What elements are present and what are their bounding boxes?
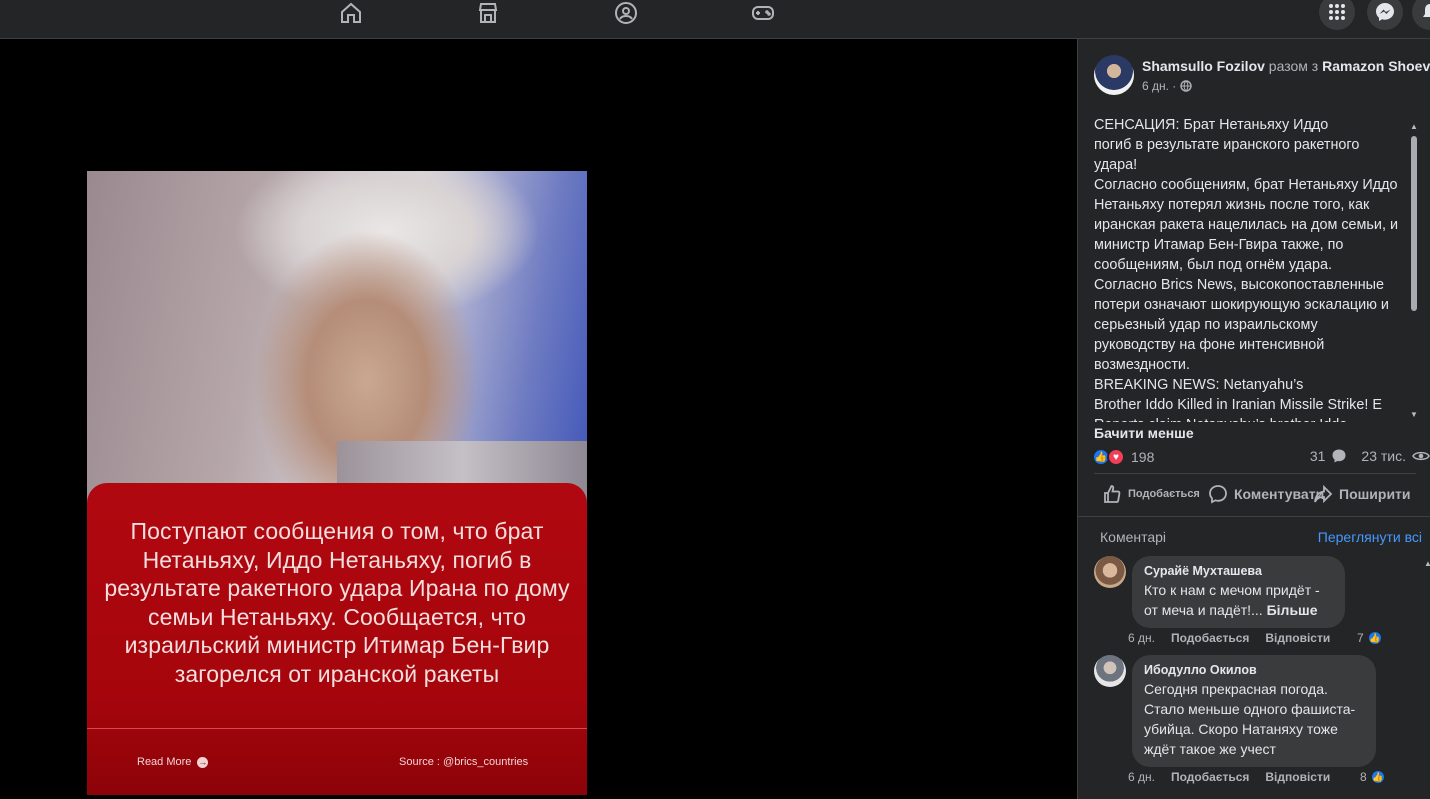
post-action-bar: Подобається Коментувати Поширити xyxy=(1102,480,1430,508)
post-text-scrollbar[interactable] xyxy=(1411,136,1417,311)
see-all-comments-link[interactable]: Переглянути всі xyxy=(1318,529,1422,545)
reaction-summary[interactable]: 👍 ♥ 198 xyxy=(1092,448,1154,466)
comment-reply-button[interactable]: Відповісти xyxy=(1265,631,1330,645)
comment-reactions[interactable]: 7 👍 xyxy=(1357,630,1383,646)
news-caption-card: Поступают сообщения о том, что брат Нета… xyxy=(87,483,587,795)
post-stats: 31 23 тис. xyxy=(1310,448,1430,464)
comments-scrollbar[interactable]: ▲ xyxy=(1423,559,1430,799)
comment-button[interactable]: Коментувати xyxy=(1208,484,1324,504)
post-author-line: Shamsullo Fozilov разом з Ramazon Shoev xyxy=(1142,58,1430,74)
comment-bubble-icon xyxy=(1332,449,1346,463)
comment-like-button[interactable]: Подобається xyxy=(1171,770,1249,784)
source-label: Source : @brics_countries xyxy=(399,756,529,768)
view-count: 23 тис. xyxy=(1361,448,1406,464)
comment-like-button[interactable]: Подобається xyxy=(1171,631,1249,645)
commenter-name[interactable]: Сурайё Мухташева xyxy=(1144,564,1333,578)
post-details-panel: Shamsullo Fozilov разом з Ramazon Shoev … xyxy=(1077,39,1430,799)
arrow-right-icon: → xyxy=(197,756,209,768)
reaction-count: 198 xyxy=(1131,449,1155,465)
post-photo[interactable]: Поступают сообщения о том, что брат Нета… xyxy=(87,171,587,795)
groups-icon[interactable] xyxy=(612,0,640,26)
share-button[interactable]: Поширити xyxy=(1313,484,1411,504)
read-more-label: Read More → xyxy=(137,756,209,768)
home-icon[interactable] xyxy=(337,0,365,26)
messenger-icon[interactable] xyxy=(1367,0,1403,30)
scroll-up-icon[interactable]: ▲ xyxy=(1409,123,1419,131)
gaming-icon[interactable] xyxy=(749,0,777,26)
coauthor-name[interactable]: Ramazon Shoev xyxy=(1322,58,1430,74)
commenter-avatar[interactable] xyxy=(1094,655,1126,687)
scroll-down-icon[interactable]: ▼ xyxy=(1409,411,1419,419)
comment-count[interactable]: 31 xyxy=(1310,448,1326,464)
share-icon xyxy=(1314,484,1333,504)
thumbs-up-icon xyxy=(1104,485,1121,503)
comment-button-label: Коментувати xyxy=(1234,486,1325,502)
post-body: СЕНСАЦИЯ: Брат Нетаньяху Иддо погиб в ре… xyxy=(1094,117,1399,422)
author-name[interactable]: Shamsullo Fozilov xyxy=(1142,58,1265,74)
caption-divider xyxy=(87,728,587,729)
see-less-link[interactable]: Бачити менше xyxy=(1094,425,1194,441)
media-viewer: Поступают сообщения о том, что брат Нета… xyxy=(0,39,1077,799)
eye-icon xyxy=(1412,451,1430,461)
apps-grid-icon[interactable] xyxy=(1319,0,1355,30)
news-caption-text: Поступают сообщения о том, что брат Нета… xyxy=(104,518,570,687)
with-text: разом з xyxy=(1268,58,1319,74)
stats-divider xyxy=(1094,473,1416,474)
comments-heading: Коментарі xyxy=(1100,529,1167,545)
like-button-label: Подобається xyxy=(1128,488,1200,500)
comment-more-link[interactable]: Більше xyxy=(1267,602,1318,618)
comment-meta: 6 дн. Подобається Відповісти xyxy=(1128,770,1330,784)
comment-time[interactable]: 6 дн. xyxy=(1128,770,1155,784)
marketplace-icon[interactable] xyxy=(474,0,502,26)
comment-reactions[interactable]: 8 👍 xyxy=(1360,769,1386,785)
read-more-text: Read More xyxy=(137,756,192,768)
post-text: СЕНСАЦИЯ: Брат Нетаньяху Иддо погиб в ре… xyxy=(1094,115,1410,422)
comment-meta: 6 дн. Подобається Відповісти xyxy=(1128,631,1330,645)
comment-icon xyxy=(1209,485,1227,504)
post-time: 6 дн. · xyxy=(1142,79,1193,93)
post-time-text[interactable]: 6 дн. · xyxy=(1142,79,1176,93)
commenter-avatar[interactable] xyxy=(1094,556,1126,588)
comment-text: Сегодня прекрасная погода. Стало меньше … xyxy=(1144,681,1356,757)
love-reaction-icon: ♥ xyxy=(1107,448,1125,466)
globe-icon xyxy=(1180,80,1193,92)
notifications-icon[interactable] xyxy=(1412,0,1430,30)
like-button[interactable]: Подобається xyxy=(1102,484,1200,504)
author-avatar[interactable] xyxy=(1094,55,1134,95)
comment-like-count: 8 xyxy=(1360,770,1367,784)
like-reaction-icon: 👍 xyxy=(1366,630,1383,646)
like-reaction-icon: 👍 xyxy=(1369,769,1386,785)
comment-bubble: Сурайё Мухташева Кто к нам с мечом придё… xyxy=(1132,556,1345,628)
top-navigation-bar xyxy=(0,0,1430,39)
comment-reply-button[interactable]: Відповісти xyxy=(1265,770,1330,784)
comment-like-count: 7 xyxy=(1357,631,1364,645)
comment-time[interactable]: 6 дн. xyxy=(1128,631,1155,645)
share-button-label: Поширити xyxy=(1339,486,1411,502)
commenter-name[interactable]: Ибодулло Окилов xyxy=(1144,663,1364,677)
comment-bubble: Ибодулло Окилов Сегодня прекрасная погод… xyxy=(1132,655,1376,767)
comment-text: Кто к нам с мечом придёт - от меча и пад… xyxy=(1144,580,1333,620)
scroll-up-icon[interactable]: ▲ xyxy=(1424,559,1430,568)
actions-divider xyxy=(1078,516,1430,517)
